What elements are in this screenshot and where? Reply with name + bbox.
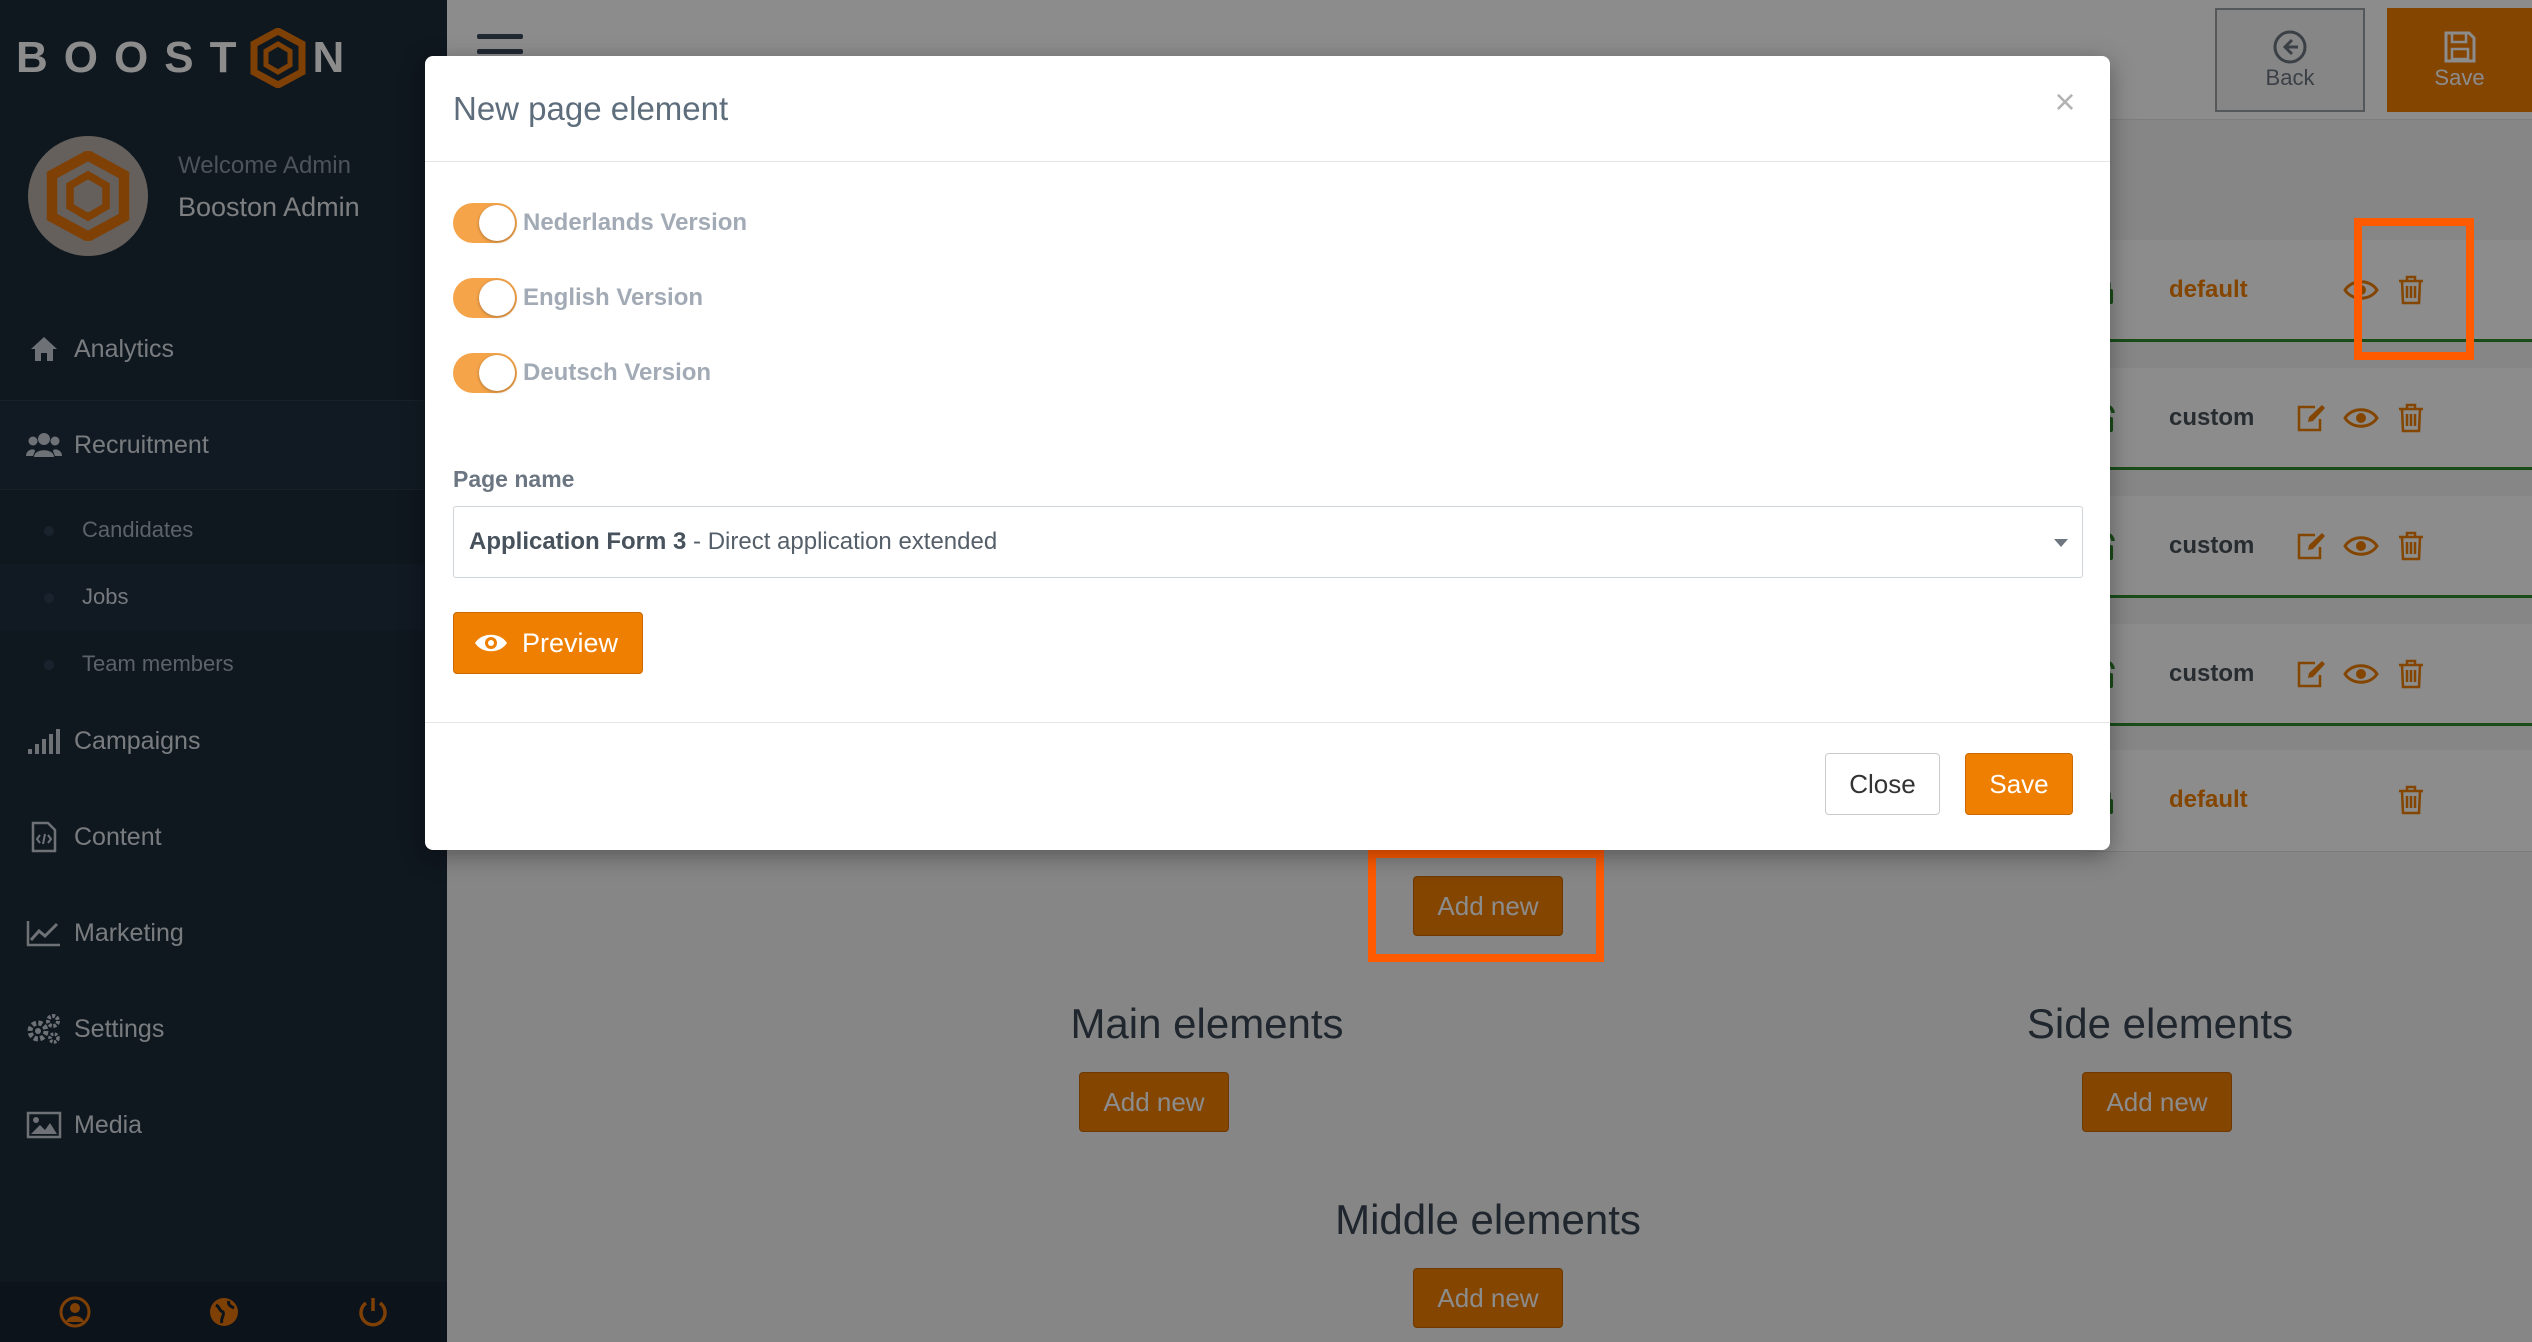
toggle-deutsch[interactable]: Deutsch Version [453, 352, 711, 394]
select-value-rest: - Direct application extended [686, 528, 998, 555]
page-name-label: Page name [453, 466, 575, 492]
modal-title: New page element [453, 90, 729, 127]
eye-icon [475, 634, 507, 652]
highlight-box-trash [2354, 218, 2474, 360]
preview-button[interactable]: Preview [453, 612, 643, 674]
toggle-label: Nederlands Version [523, 209, 748, 236]
toggle-label: English Version [523, 284, 704, 311]
close-button[interactable]: Close [1825, 753, 1940, 815]
save-button[interactable]: Save [1965, 753, 2073, 815]
preview-label: Preview [522, 627, 619, 658]
toggle-english[interactable]: English Version [453, 277, 703, 319]
page-name-select[interactable]: Application Form 3 - Direct application … [453, 506, 2083, 578]
toggle-switch[interactable] [453, 203, 517, 243]
new-page-element-modal: New page element × Nederlands Version En… [425, 56, 2110, 850]
close-icon[interactable]: × [2045, 82, 2085, 122]
toggle-switch[interactable] [453, 278, 517, 318]
toggle-switch[interactable] [453, 353, 517, 393]
toggle-label: Deutsch Version [523, 359, 712, 386]
toggle-nederlands[interactable]: Nederlands Version [453, 202, 747, 244]
select-value-bold: Application Form 3 [469, 528, 687, 555]
highlight-box-add-new [1368, 850, 1604, 962]
modal-footer: Close Save [425, 722, 2110, 850]
modal-header: New page element × [425, 56, 2110, 162]
chevron-down-icon [2054, 539, 2068, 547]
